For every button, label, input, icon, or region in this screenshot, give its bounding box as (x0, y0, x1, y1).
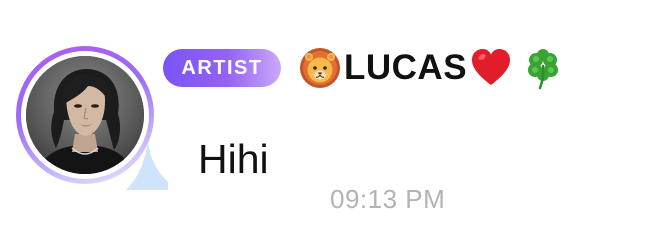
message-text[interactable]: Hihi (198, 136, 269, 183)
badge-label: ARTIST (181, 56, 263, 79)
sender-name-row[interactable]: LUCAS (298, 42, 565, 94)
message-timestamp: 09:13 PM (330, 184, 446, 214)
four-leaf-clover-emoji-icon (528, 49, 559, 90)
lion-face-emoji-icon (300, 48, 340, 88)
chat-message-screen: ARTIST LUCAS Hihi 09:13 PM (0, 0, 656, 252)
bubble-tail-icon (126, 142, 168, 190)
sender-name: LUCAS (344, 48, 468, 87)
red-heart-emoji-icon (472, 49, 511, 85)
artist-badge: ARTIST (163, 49, 281, 87)
